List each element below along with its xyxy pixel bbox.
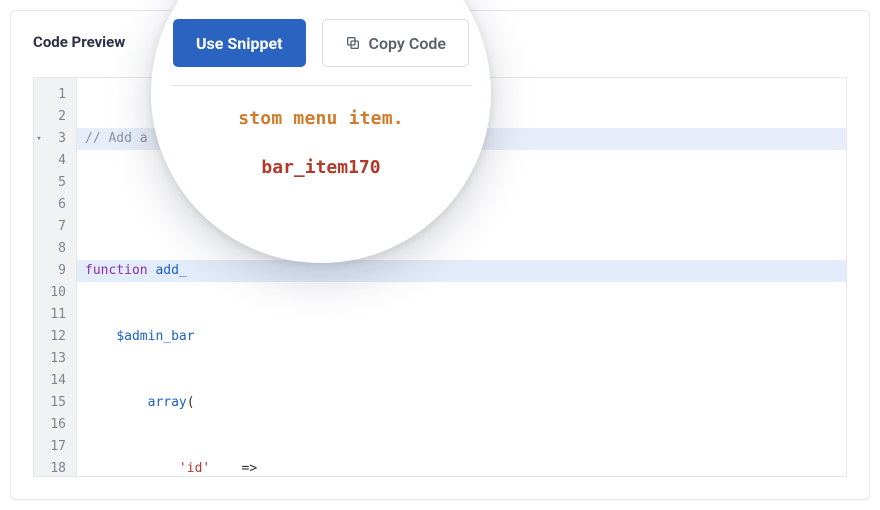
- line-number: 6: [48, 194, 66, 216]
- line-number: 12: [48, 326, 66, 348]
- code-line: function add_: [77, 260, 846, 282]
- line-number: 4: [48, 150, 66, 172]
- line-number: 11: [48, 304, 66, 326]
- magnified-text: stom menu item.: [238, 108, 404, 129]
- line-number: 10: [48, 282, 66, 304]
- line-number: 2: [48, 106, 66, 128]
- copy-icon: [345, 35, 361, 51]
- button-row: Use Snippet Copy Code: [173, 19, 469, 67]
- use-snippet-label: Use Snippet: [196, 34, 283, 53]
- line-number: 8: [48, 238, 66, 260]
- line-number: 3: [48, 128, 66, 150]
- line-number: 18: [48, 458, 66, 477]
- magnifier-divider: [171, 85, 471, 86]
- line-number: 5: [48, 172, 66, 194]
- magnified-text: bar_item170: [261, 157, 380, 178]
- line-number: 7: [48, 216, 66, 238]
- code-line: array(: [77, 392, 846, 414]
- line-number: 13: [48, 348, 66, 370]
- use-snippet-button[interactable]: Use Snippet: [173, 19, 306, 67]
- fold-toggle[interactable]: ▾: [34, 128, 44, 150]
- code-line: 'id' =>: [77, 458, 846, 477]
- line-number: 1: [48, 84, 66, 106]
- line-number: 16: [48, 414, 66, 436]
- line-number: 15: [48, 392, 66, 414]
- copy-code-button[interactable]: Copy Code: [322, 19, 469, 67]
- copy-code-label: Copy Code: [369, 34, 446, 53]
- code-preview-panel: Code Preview 1 2 ▾3 4 5 6 7 8 9 10 11 12…: [10, 10, 870, 500]
- line-number: 14: [48, 370, 66, 392]
- line-number-gutter: 1 2 ▾3 4 5 6 7 8 9 10 11 12 13 14 15 16 …: [34, 78, 77, 477]
- code-line: $admin_bar: [77, 326, 846, 348]
- line-number: 17: [48, 436, 66, 458]
- line-number: 9: [48, 260, 66, 282]
